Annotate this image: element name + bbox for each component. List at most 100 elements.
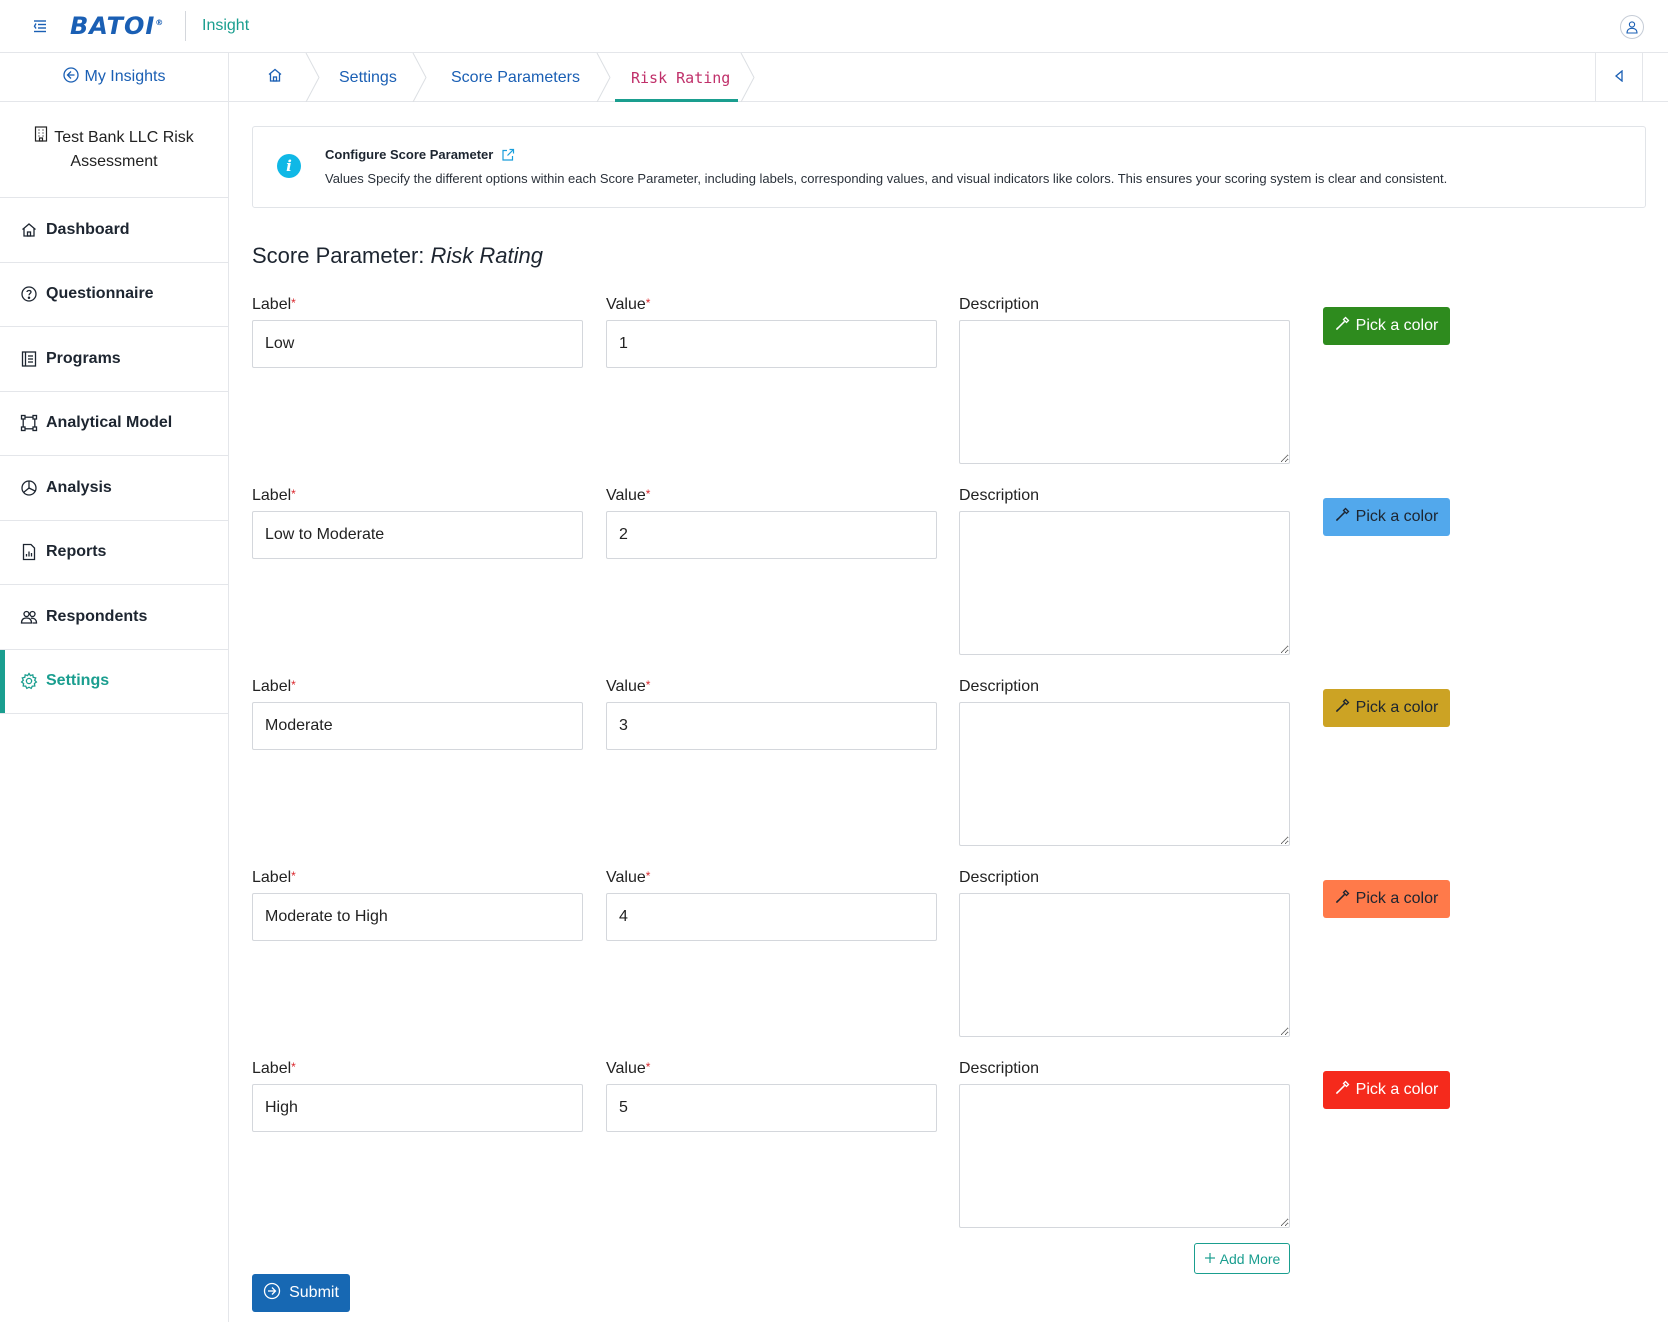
my-insights-label: My Insights [84, 68, 166, 85]
description-caption: Description [959, 678, 1040, 695]
description-textarea[interactable] [959, 1084, 1290, 1228]
sidebar-item-analytical-model[interactable]: Analytical Model [0, 392, 228, 456]
description-caption: Description [959, 487, 1040, 504]
eyedropper-icon [1335, 316, 1350, 336]
breadcrumb-risk-rating[interactable]: Risk Rating [631, 53, 730, 102]
sidebar-item-programs[interactable]: Programs [0, 327, 228, 392]
value-caption: Value* [606, 487, 651, 504]
label-input[interactable] [252, 702, 583, 750]
list-icon [20, 350, 38, 368]
breadcrumb-separator [740, 53, 755, 102]
caret-left-icon [1614, 69, 1624, 87]
label-caption: Label* [252, 678, 296, 695]
value-caption: Value* [606, 869, 651, 886]
sidebar-item-analysis[interactable]: Analysis [0, 456, 228, 521]
eyedropper-icon [1335, 1080, 1350, 1100]
pick-color-button[interactable]: Pick a color [1323, 1071, 1450, 1109]
sidebar-item-label: Respondents [46, 607, 148, 625]
pick-color-button[interactable]: Pick a color [1323, 689, 1450, 727]
description-caption: Description [959, 296, 1040, 313]
label-caption: Label* [252, 296, 296, 313]
sidebar-item-label: Analytical Model [46, 414, 173, 432]
eyedropper-icon [1335, 507, 1350, 527]
sidebar: My Insights Test Bank LLC Risk Assessmen… [0, 53, 229, 1322]
value-input[interactable] [606, 702, 937, 750]
my-insights-link[interactable]: My Insights [0, 53, 228, 102]
sidebar-item-label: Analysis [46, 478, 112, 496]
pick-color-button[interactable]: Pick a color [1323, 880, 1450, 918]
breadcrumb-score-parameters[interactable]: Score Parameters [451, 53, 580, 102]
project-name-line2: Assessment [70, 152, 158, 170]
value-input[interactable] [606, 511, 937, 559]
label-input[interactable] [252, 511, 583, 559]
project-name-line1: Test Bank LLC Risk [54, 128, 194, 146]
label-input[interactable] [252, 320, 583, 368]
label-caption: Label* [252, 1060, 296, 1077]
logo-divider [185, 11, 186, 41]
value-input[interactable] [606, 893, 937, 941]
home-icon [267, 67, 283, 88]
app-name: Insight [202, 17, 250, 34]
breadcrumb-separator [412, 53, 427, 102]
pick-color-label: Pick a color [1355, 317, 1439, 334]
label-input[interactable] [252, 893, 583, 941]
description-textarea[interactable] [959, 511, 1290, 655]
score-option-row: Label* Value* Description Pick a color [252, 869, 1552, 1060]
eyedropper-icon [1335, 698, 1350, 718]
sidebar-item-questionnaire[interactable]: Questionnaire [0, 263, 228, 327]
logo: BATOI® [70, 12, 165, 40]
description-textarea[interactable] [959, 320, 1290, 464]
submit-label: Submit [289, 1284, 339, 1301]
breadcrumb-settings[interactable]: Settings [339, 53, 397, 102]
pick-color-label: Pick a color [1355, 508, 1439, 525]
page-title-name: Risk Rating [430, 243, 544, 268]
sidebar-item-label: Questionnaire [46, 285, 154, 303]
building-icon [34, 125, 48, 150]
sidebar-item-respondents[interactable]: Respondents [0, 585, 228, 650]
users-icon [20, 608, 38, 626]
score-option-row: Label* Value* Description Pick a color [252, 487, 1552, 678]
breadcrumb-separator [305, 53, 320, 102]
add-more-label: Add More [1219, 1250, 1281, 1267]
description-textarea[interactable] [959, 893, 1290, 1037]
value-caption: Value* [606, 1060, 651, 1077]
menu-toggle-icon[interactable] [31, 17, 49, 35]
pick-color-label: Pick a color [1355, 699, 1439, 716]
external-link-icon[interactable] [501, 148, 515, 162]
collapse-panel-button[interactable] [1595, 53, 1643, 102]
value-input[interactable] [606, 1084, 937, 1132]
info-title-text: Configure Score Parameter [325, 147, 494, 162]
pie-chart-icon [20, 479, 38, 497]
sidebar-item-label: Settings [46, 672, 110, 690]
active-tab-underline [615, 99, 738, 102]
home-icon [20, 221, 38, 239]
label-input[interactable] [252, 1084, 583, 1132]
sidebar-item-label: Dashboard [46, 220, 130, 238]
value-caption: Value* [606, 296, 651, 313]
eyedropper-icon [1335, 889, 1350, 909]
pick-color-button[interactable]: Pick a color [1323, 307, 1450, 345]
question-circle-icon [20, 285, 38, 303]
back-circle-icon [62, 66, 79, 88]
breadcrumb-separator [596, 53, 611, 102]
sidebar-item-label: Programs [46, 349, 121, 367]
info-box: i Configure Score Parameter Values Speci… [252, 126, 1646, 208]
sidebar-item-settings[interactable]: Settings [0, 649, 228, 714]
top-bar: BATOI® Insight [0, 0, 1668, 53]
submit-button[interactable]: Submit [252, 1274, 350, 1312]
description-textarea[interactable] [959, 702, 1290, 846]
pick-color-label: Pick a color [1355, 1081, 1439, 1098]
sidebar-item-label: Reports [46, 543, 107, 561]
sidebar-item-reports[interactable]: Reports [0, 521, 228, 585]
sidebar-item-dashboard[interactable]: Dashboard [0, 198, 228, 263]
plus-icon [1204, 1251, 1216, 1267]
pick-color-button[interactable]: Pick a color [1323, 498, 1450, 536]
page-title: Score Parameter: Risk Rating [252, 243, 543, 269]
gear-icon [20, 672, 38, 690]
value-caption: Value* [606, 678, 651, 695]
arrow-circle-right-icon [263, 1282, 281, 1305]
breadcrumb-home[interactable] [267, 53, 283, 102]
add-more-button[interactable]: Add More [1194, 1243, 1290, 1274]
value-input[interactable] [606, 320, 937, 368]
user-avatar-icon[interactable] [1620, 15, 1644, 39]
